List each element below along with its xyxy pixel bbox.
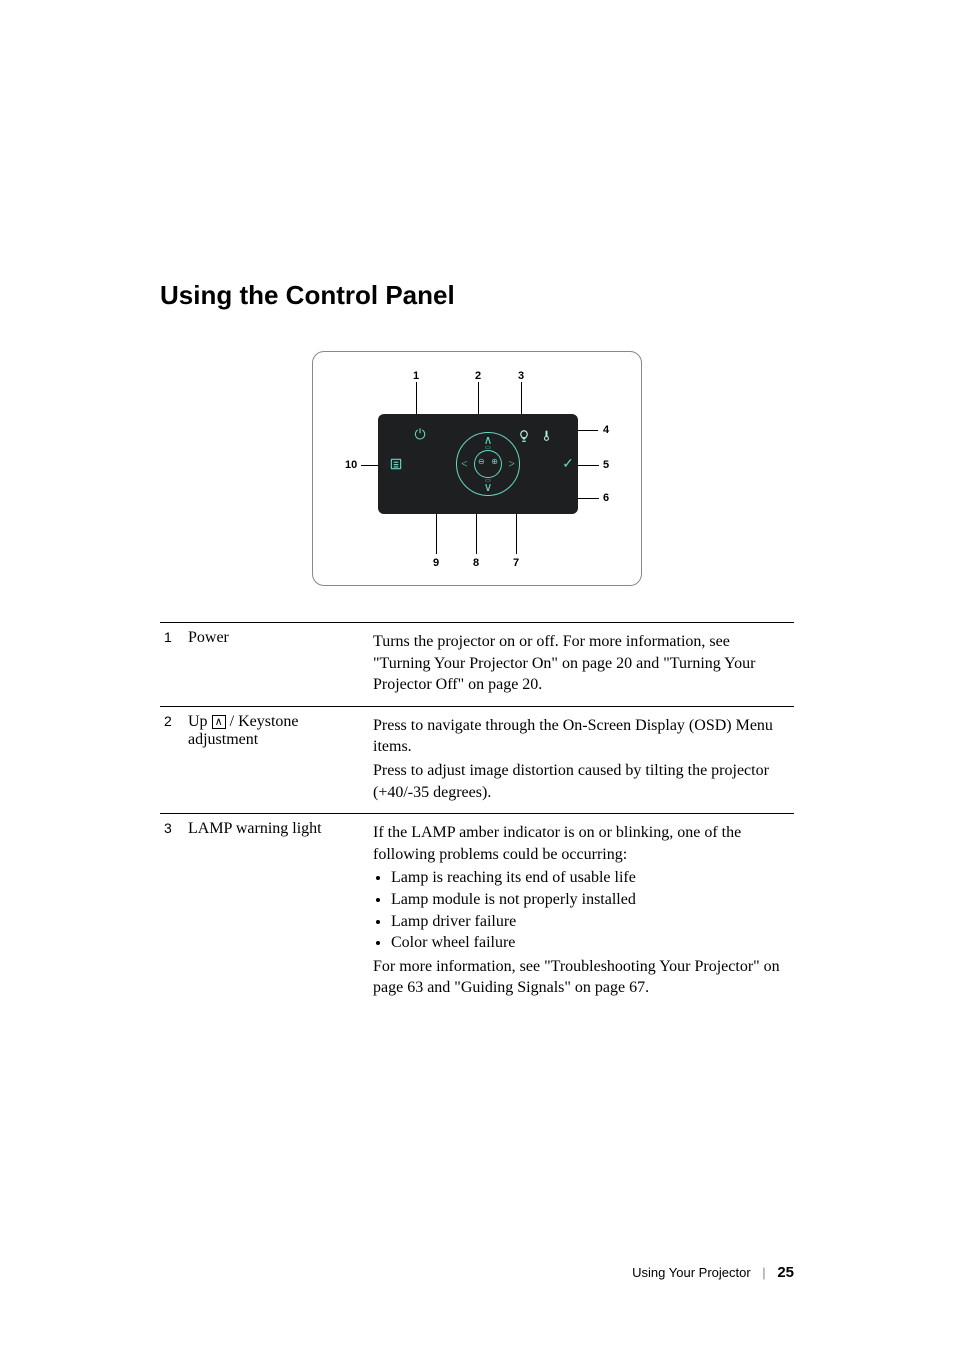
row-description: Press to navigate through the On-Screen …	[369, 706, 794, 813]
temperature-icon	[538, 428, 554, 444]
lamp-icon	[516, 428, 532, 444]
callout-3: 3	[518, 370, 524, 382]
footer-separator: |	[762, 1265, 765, 1280]
table-row: 2 Up ∧ / Keystone adjustment Press to na…	[160, 706, 794, 813]
row-number: 3	[160, 814, 184, 1009]
row-description: If the LAMP amber indicator is on or bli…	[369, 814, 794, 1009]
control-panel-face: ⏻ ✓ ∧ ▭ ∨ ▭ < >	[378, 414, 578, 514]
callout-9: 9	[433, 557, 439, 569]
page-footer: Using Your Projector | 25	[632, 1264, 794, 1281]
callout-5: 5	[603, 459, 609, 471]
page-title: Using the Control Panel	[160, 280, 794, 311]
row-label: Power	[184, 623, 369, 707]
left-arrow-icon: <	[461, 457, 468, 472]
table-row: 1 Power Turns the projector on or off. F…	[160, 623, 794, 707]
callout-1: 1	[413, 370, 419, 382]
callout-10: 10	[345, 459, 357, 471]
callout-7: 7	[513, 557, 519, 569]
row-label: LAMP warning light	[184, 814, 369, 1009]
right-arrow-icon: >	[508, 457, 515, 472]
description-table: 1 Power Turns the projector on or off. F…	[160, 622, 794, 1009]
row-number: 1	[160, 623, 184, 707]
control-panel-diagram-container: 1 2 3 4 5 6 9 8 7 10 ⏻	[160, 351, 794, 586]
footer-section: Using Your Projector	[632, 1265, 751, 1280]
row-label: Up ∧ / Keystone adjustment	[184, 706, 369, 813]
nav-center-icon: ⊖ ⊕	[474, 450, 502, 478]
row-number: 2	[160, 706, 184, 813]
menu-icon	[388, 456, 404, 472]
callout-2: 2	[475, 370, 481, 382]
footer-page-number: 25	[777, 1264, 794, 1281]
power-icon: ⏻	[412, 428, 428, 444]
callout-8: 8	[473, 557, 479, 569]
callout-6: 6	[603, 492, 609, 504]
callout-4: 4	[603, 424, 609, 436]
leader-line	[478, 382, 479, 418]
row-description: Turns the projector on or off. For more …	[369, 623, 794, 707]
navigation-ring: ∧ ▭ ∨ ▭ < > ⊖ ⊕	[456, 432, 520, 496]
keystone-down-icon: ▭	[485, 477, 491, 484]
table-row: 3 LAMP warning light If the LAMP amber i…	[160, 814, 794, 1009]
control-panel-diagram: 1 2 3 4 5 6 9 8 7 10 ⏻	[312, 351, 642, 586]
enter-icon: ✓	[560, 456, 576, 472]
